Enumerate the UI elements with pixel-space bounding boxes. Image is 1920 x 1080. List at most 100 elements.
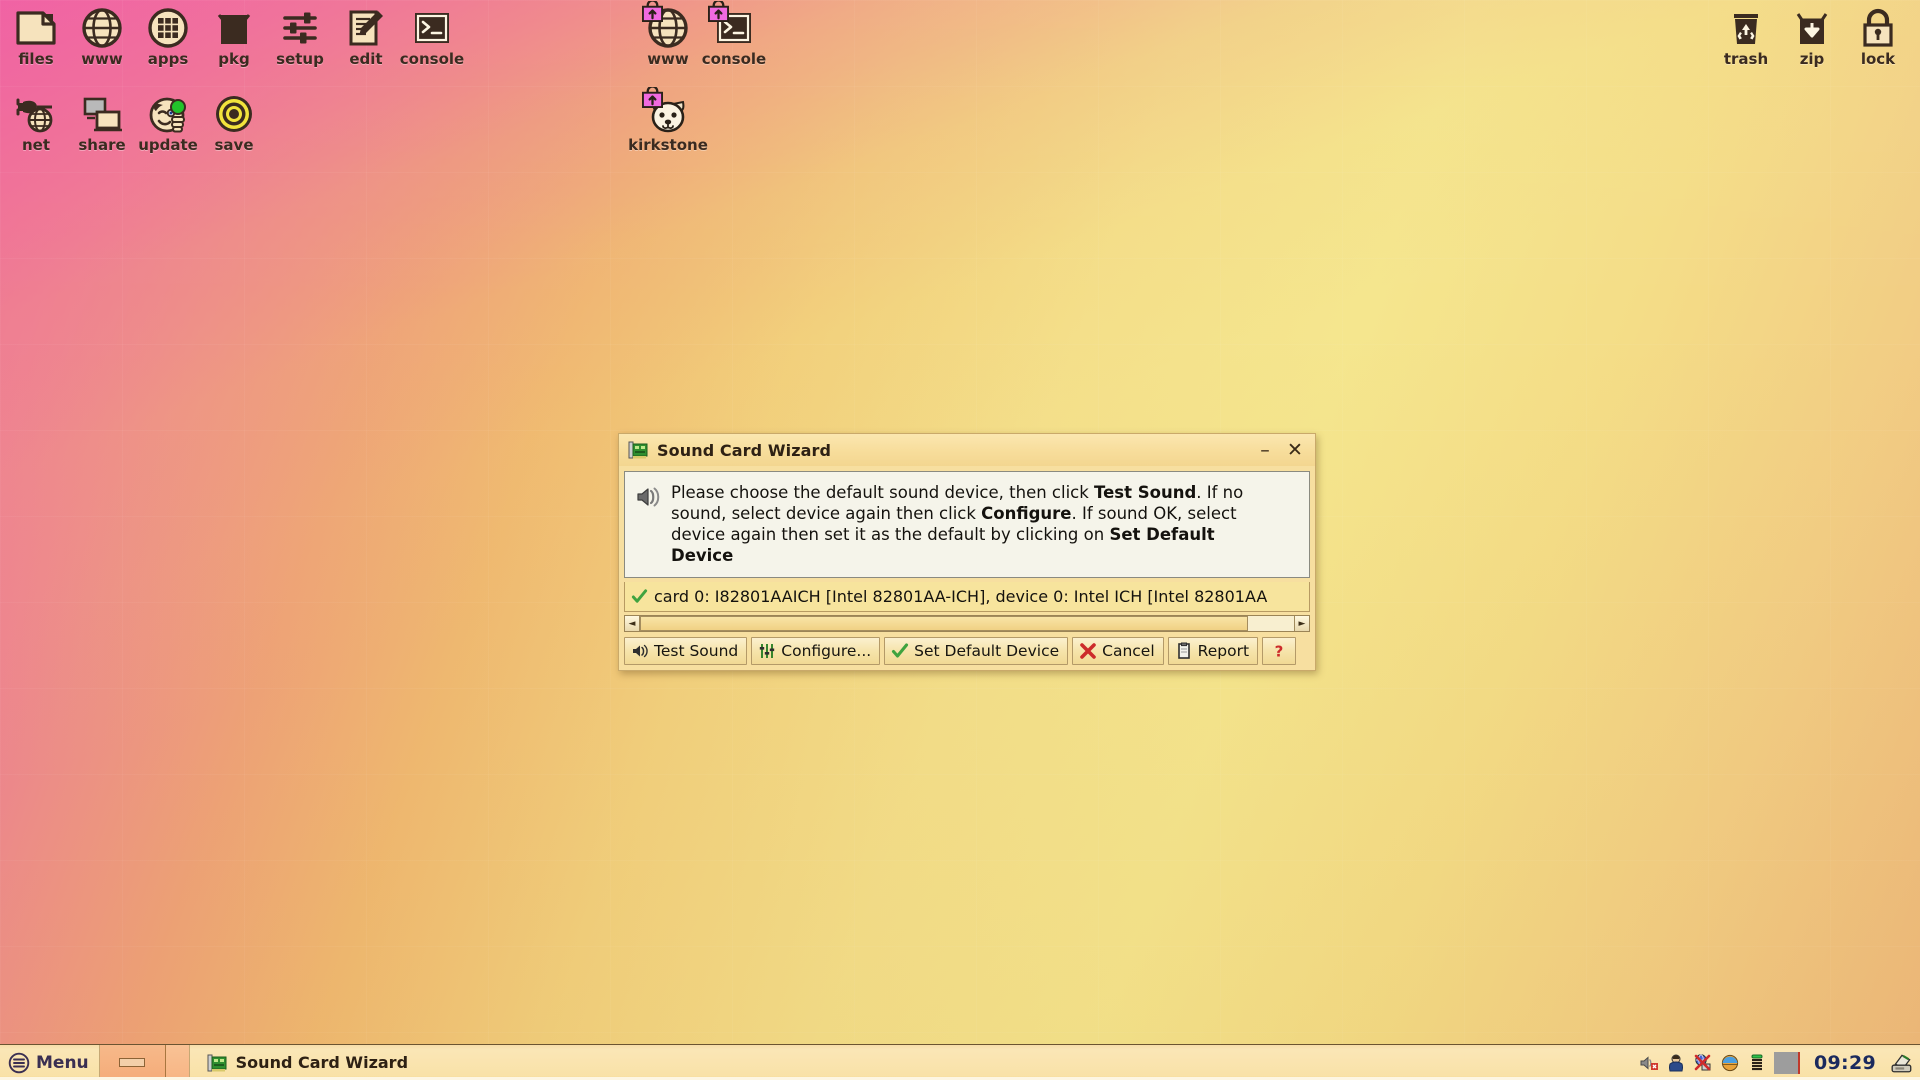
desktop-icon-trash[interactable]: trash [1714,6,1778,68]
desktop-icon-console[interactable]: console [702,6,766,68]
set-default-device-button[interactable]: Set Default Device [884,637,1069,666]
gray-block-icon[interactable] [1774,1051,1801,1074]
horizontal-scrollbar[interactable]: ◄ ► [624,615,1310,633]
puppy-face-icon [646,92,690,136]
instruction-panel: Please choose the default sound device, … [624,471,1310,579]
desktop-icon-group-mid-row1: www console [636,6,766,68]
scrollbar-track[interactable] [640,616,1294,632]
lock-badge [642,1,663,22]
desktop-icon-apps[interactable]: apps [136,6,200,68]
desktop-icon-www[interactable]: www [636,6,700,68]
zip-download-icon [1790,6,1834,50]
taskbar-task-label: Sound Card Wizard [235,1053,409,1072]
globe-icon [80,6,124,50]
desktop-icon-zip[interactable]: zip [1780,6,1844,68]
scroll-right-button[interactable]: ► [1294,616,1309,632]
lock-badge [708,1,729,22]
clipboard-icon [1175,642,1193,660]
desktop-icon-label: console [399,50,465,68]
menu-hamburger-icon [8,1052,30,1074]
button-label: Report [1197,642,1250,661]
taskbar-task[interactable]: Sound Card Wizard [194,1045,420,1080]
desktop-icon-label: pkg [218,50,250,68]
menu-button-label: Menu [36,1052,89,1073]
desktop-icon-label: apps [147,50,189,68]
printer-icon[interactable] [1890,1052,1914,1074]
mixer-faders-icon [758,642,776,660]
speaker-wave-icon [631,642,649,660]
desktop-icon-kirkstone[interactable]: kirkstone [628,92,708,154]
sound-card-icon [627,439,649,461]
desktop-icon-label: www [647,50,689,68]
sound-card-wizard-dialog: Sound Card Wizard – ✕ Please choose the … [618,433,1316,672]
desktop-icon-label: share [78,136,126,154]
taskbar-separator [165,1045,190,1080]
edit-pencil-icon [344,6,388,50]
button-label: Cancel [1102,642,1155,661]
desktop-icon-group-left-row1: files www apps pkg setup edit console [4,6,464,68]
device-list-row-label: card 0: I82801AAICH [Intel 82801AA-ICH],… [654,587,1268,607]
menu-button[interactable]: Menu [0,1045,100,1080]
green-check-icon [631,588,648,605]
desktop-icon-edit[interactable]: edit [334,6,398,68]
folder-icon [14,6,58,50]
dialog-title: Sound Card Wizard [657,440,832,460]
desktop-icon-label: zip [1799,50,1825,68]
package-box-icon [212,6,256,50]
device-list-row[interactable]: card 0: I82801AAICH [Intel 82801AA-ICH],… [624,582,1310,613]
desktop-icon-share[interactable]: share [70,92,134,154]
volume-muted-icon[interactable] [1639,1053,1659,1073]
clock[interactable]: 09:29 [1807,1052,1883,1074]
minimize-button[interactable]: – [1251,437,1279,463]
desktop-icon-label: files [18,50,54,68]
show-desktop-button[interactable] [99,1045,166,1080]
taskbar: Menu Sound Card Wizard 09:29 [0,1044,1920,1080]
help-question-icon [1270,642,1288,660]
update-puppy-icon [146,92,190,136]
desktop-icon-files[interactable]: files [4,6,68,68]
desktop-icon-label: net [21,136,51,154]
desktop-icon-console[interactable]: console [400,6,464,68]
desktop-icon-net[interactable]: net [4,92,68,154]
green-check-icon [891,642,909,660]
configure-button[interactable]: Configure... [751,637,881,666]
desktop-icon-group-left-row2: net share update save [4,92,266,154]
close-button[interactable]: ✕ [1281,437,1309,463]
scrollbar-thumb[interactable] [640,616,1249,632]
desktop-icon-www[interactable]: www [70,6,134,68]
desktop-icon-group-right: trash zip lock [1714,6,1910,68]
globe-color-icon[interactable] [1720,1053,1740,1073]
padlock-icon [1856,6,1900,50]
desktop-icon-pkg[interactable]: pkg [202,6,266,68]
user-icon[interactable] [1666,1053,1686,1073]
show-desktop-icon [119,1058,146,1067]
desktop-icon-label: update [138,136,198,154]
desktop-icon-save[interactable]: save [202,92,266,154]
dialog-titlebar[interactable]: Sound Card Wizard – ✕ [619,434,1315,466]
desktop-icon-update[interactable]: update [136,92,200,154]
sound-card-icon [206,1052,228,1074]
button-label: Test Sound [654,642,739,661]
test-sound-button[interactable]: Test Sound [624,637,748,666]
dialog-button-row: Test Sound Configure... Set Default Device… [624,637,1310,666]
desktop-icon-lock[interactable]: lock [1846,6,1910,68]
help-button[interactable] [1262,637,1297,666]
button-label: Configure... [781,642,872,661]
cancel-button[interactable]: Cancel [1072,637,1164,666]
desktop-icon-group-mid-row2: kirkstone [628,92,708,154]
globe-icon [646,6,690,50]
desktop-icon-label: kirkstone [628,136,708,154]
system-tray: 09:29 [1629,1045,1920,1080]
desktop-icon-label: lock [1860,50,1896,68]
msg-bold1: Test Sound [1094,483,1197,502]
red-x-icon [1079,642,1097,660]
scroll-left-button[interactable]: ◄ [625,616,640,632]
report-button[interactable]: Report [1167,637,1259,666]
speaker-icon [635,484,661,510]
desktop-icon-setup[interactable]: setup [268,6,332,68]
msg-part1: Please choose the default sound device, … [671,483,1095,502]
battery-stack-icon[interactable] [1747,1053,1767,1073]
network-disconnected-icon[interactable] [1693,1053,1713,1073]
network-plug-icon [14,92,58,136]
desktop-icon-label: save [214,136,254,154]
